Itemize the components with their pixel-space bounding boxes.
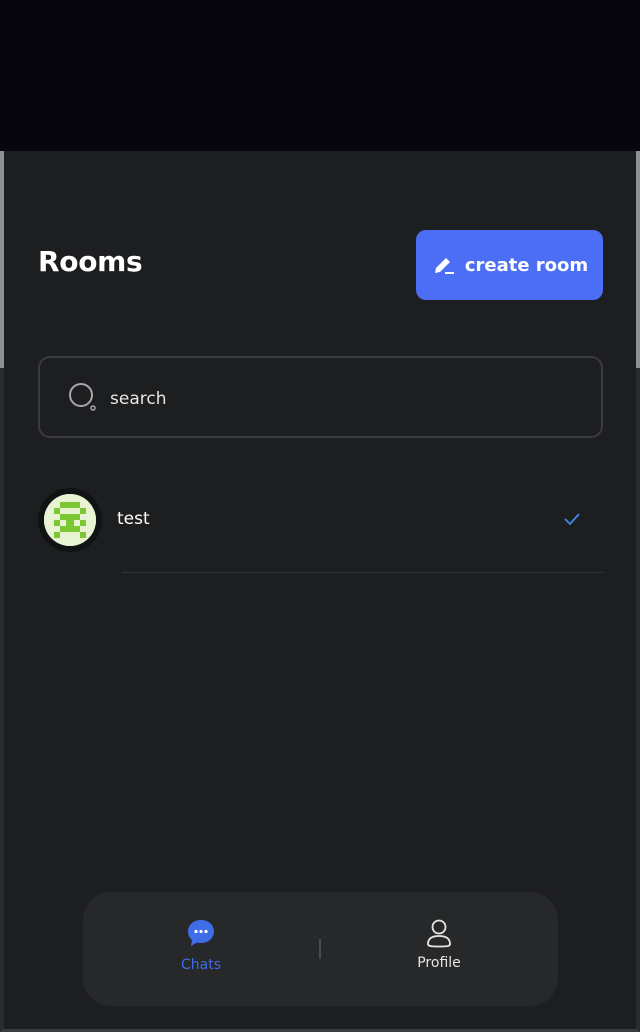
nav-item-profile[interactable]: Profile (339, 892, 539, 1006)
create-room-label: create room (464, 254, 589, 276)
user-icon (425, 918, 453, 952)
nav-label-chats: Chats (180, 957, 221, 973)
edit-pencil-icon (431, 253, 455, 277)
nav-divider (319, 939, 321, 959)
left-edge-indicator (0, 151, 4, 368)
chat-bubble-icon (186, 918, 216, 952)
nav-item-chats[interactable]: Chats (101, 892, 301, 1006)
search-icon (68, 382, 98, 416)
identicon-icon (44, 494, 96, 546)
avatar (38, 488, 102, 552)
room-name: test (117, 509, 150, 529)
create-room-button[interactable]: create room (416, 230, 603, 300)
nav-label-profile: Profile (417, 955, 461, 971)
scrollbar[interactable] (636, 151, 640, 368)
page-title: Rooms (38, 245, 143, 278)
search-box[interactable] (38, 356, 603, 438)
list-item[interactable]: test (38, 488, 603, 573)
status-bar-area (0, 0, 640, 151)
bottom-nav: Chats Profile (83, 892, 558, 1006)
divider (122, 572, 603, 573)
check-icon (562, 510, 582, 532)
search-input[interactable] (108, 384, 572, 414)
